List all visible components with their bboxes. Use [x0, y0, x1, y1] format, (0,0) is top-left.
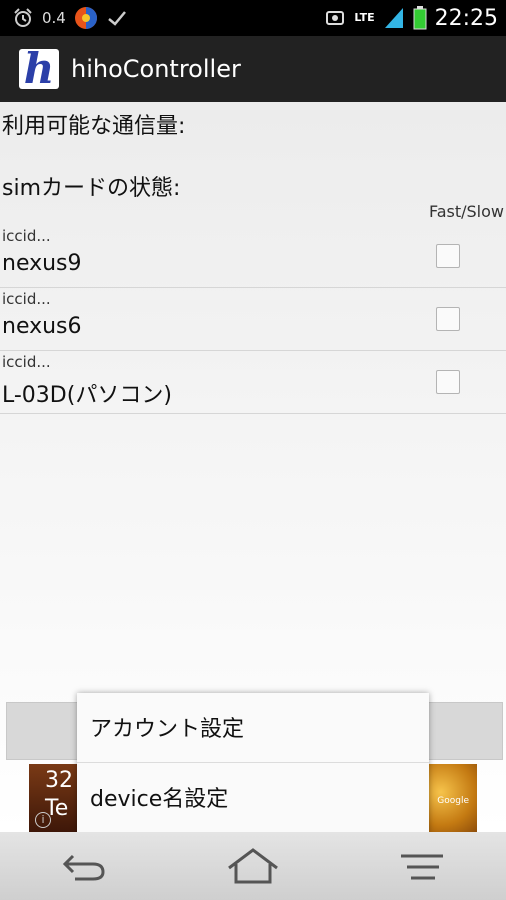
navigation-bar: [0, 832, 506, 900]
options-menu: アカウント設定 device名設定: [77, 693, 429, 833]
back-icon: [63, 854, 105, 881]
sim-name: L-03D(パソコン): [2, 383, 172, 408]
battery-icon: [413, 6, 427, 30]
sim-status-label: simカードの状態:: [2, 176, 181, 201]
status-bar: 0.4 LTE 22:25: [0, 0, 506, 36]
check-icon: [108, 11, 126, 26]
app-icon: [74, 7, 97, 29]
menu-button[interactable]: [382, 836, 462, 896]
action-bar: h hihoController: [0, 36, 506, 102]
app-logo[interactable]: h: [19, 49, 59, 89]
app-logo-letter: h: [23, 49, 55, 89]
usage-label: 利用可能な通信量:: [2, 114, 186, 139]
sim-row: iccid... L-03D(パソコン): [0, 351, 506, 414]
ad-info-icon[interactable]: i: [35, 812, 51, 828]
fast-slow-checkbox[interactable]: [436, 244, 460, 268]
ad-text: 32: [45, 768, 73, 793]
alarm-icon: [14, 8, 32, 27]
fast-slow-checkbox[interactable]: [436, 370, 460, 394]
home-icon: [228, 848, 278, 884]
signal-icon: [384, 8, 403, 28]
home-button[interactable]: [213, 836, 293, 896]
menu-item-label: アカウント設定: [90, 717, 245, 742]
sim-row: iccid... nexus6: [0, 288, 506, 351]
sim-iccid: iccid...: [2, 227, 51, 245]
data-rate: 0.4: [42, 9, 66, 27]
menu-icon: [400, 854, 443, 880]
sim-name: nexus9: [2, 251, 82, 276]
sync-icon: [326, 11, 345, 25]
sim-iccid: iccid...: [2, 290, 51, 308]
fast-slow-checkbox[interactable]: [436, 307, 460, 331]
sim-iccid: iccid...: [2, 353, 51, 371]
ad-brand: Google: [437, 796, 469, 806]
sim-name: nexus6: [2, 314, 82, 339]
sim-row: iccid... nexus9: [0, 225, 506, 288]
network-label: LTE: [354, 11, 375, 24]
fast-slow-header: Fast/Slow: [428, 202, 504, 221]
clock: 22:25: [434, 5, 498, 31]
menu-item-device-name[interactable]: device名設定: [77, 763, 429, 831]
app-title: hihoController: [71, 55, 241, 83]
menu-item-account-settings[interactable]: アカウント設定: [77, 693, 429, 761]
menu-item-label: device名設定: [90, 787, 229, 812]
back-button[interactable]: [44, 836, 124, 896]
